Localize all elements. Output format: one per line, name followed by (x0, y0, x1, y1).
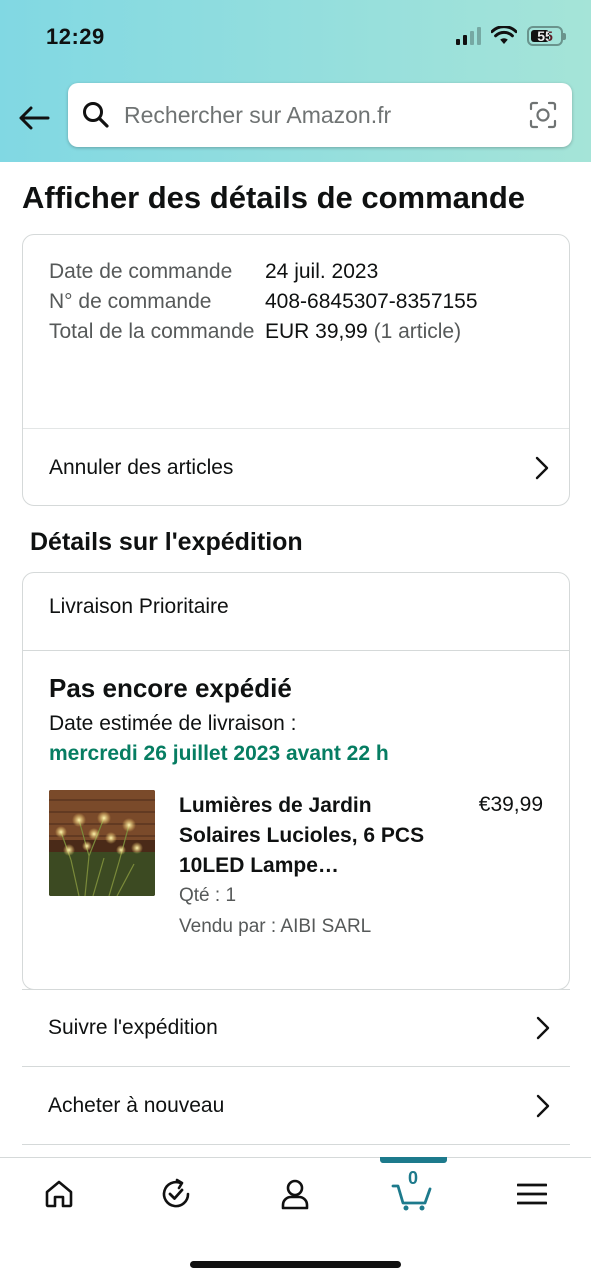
shipment-section-title: Détails sur l'expédition (30, 528, 303, 556)
status-icons: 55 (456, 26, 566, 46)
shipping-method: Livraison Prioritaire (49, 595, 229, 618)
shipment-card: Livraison Prioritaire Pas encore expédié… (22, 572, 570, 990)
order-date-row: Date de commande 24 juil. 2023 (49, 257, 549, 287)
cellular-signal-icon (456, 27, 481, 45)
wifi-icon (491, 26, 517, 44)
product-image[interactable] (49, 790, 155, 896)
product-seller: Vendu par : AIBI SARL (179, 916, 372, 937)
delivery-estimate-date: mercredi 26 juillet 2023 avant 22 h (49, 742, 389, 765)
search-input[interactable]: Rechercher sur Amazon.fr (68, 83, 572, 147)
buy-again-link[interactable]: Acheter à nouveau (22, 1067, 570, 1145)
header: 12:29 55 Rechercher sur Amazon.fr (0, 0, 591, 162)
refresh-check-icon[interactable] (146, 1174, 206, 1214)
cancel-items-link[interactable]: Annuler des articles (23, 428, 569, 506)
order-total-amount: EUR 39,99 (265, 320, 368, 343)
battery-icon: 55 (527, 26, 566, 46)
page-title: Afficher des détails de commande (22, 180, 526, 215)
cart-count: 0 (407, 1168, 418, 1188)
order-total-items: (1 article) (373, 320, 462, 343)
home-indicator (190, 1261, 401, 1268)
chevron-right-icon (535, 456, 549, 479)
search-placeholder: Rechercher sur Amazon.fr (124, 101, 392, 128)
order-total-value: EUR 39,99 (1 article) (265, 317, 549, 347)
bottom-nav: 0 (0, 1157, 591, 1280)
order-number-label: N° de commande (49, 290, 212, 313)
delivery-estimate-label: Date estimée de livraison : (49, 712, 297, 735)
chevron-right-icon (536, 1094, 550, 1117)
divider (23, 650, 569, 651)
order-date-label: Date de commande (49, 260, 233, 283)
status-time: 12:29 (46, 24, 105, 49)
order-date-value: 24 juil. 2023 (265, 260, 379, 283)
cancel-items-label: Annuler des articles (49, 455, 234, 479)
order-number-value: 408-6845307-8357155 (265, 290, 478, 313)
back-arrow-icon[interactable] (14, 98, 54, 138)
cart-icon[interactable]: 0 (383, 1168, 443, 1214)
buy-again-label: Acheter à nouveau (48, 1093, 225, 1117)
track-shipment-link[interactable]: Suivre l'expédition (22, 989, 570, 1067)
order-total-label: Total de la commande (49, 320, 255, 343)
product-quantity: Qté : 1 (179, 885, 237, 906)
track-shipment-label: Suivre l'expédition (48, 1016, 218, 1039)
order-info: Date de commande 24 juil. 2023 N° de com… (49, 257, 549, 347)
order-summary-card: Date de commande 24 juil. 2023 N° de com… (22, 234, 570, 506)
chevron-right-icon (536, 1016, 550, 1040)
order-number-row: N° de commande 408-6845307-8357155 (49, 287, 549, 317)
camera-search-icon[interactable] (528, 100, 558, 130)
menu-icon[interactable] (502, 1174, 562, 1214)
search-icon (83, 102, 109, 128)
order-total-row: Total de la commande EUR 39,99 (1 articl… (49, 317, 549, 347)
shipment-status: Pas encore expédié (49, 673, 292, 703)
battery-level: 55 (537, 28, 553, 44)
cart-active-indicator (380, 1157, 447, 1163)
home-icon[interactable] (29, 1174, 89, 1214)
product-title[interactable]: Lumières de Jardin Solaires Lucioles, 6 … (179, 791, 429, 881)
product-price: €39,99 (478, 793, 543, 816)
account-icon[interactable] (265, 1174, 325, 1214)
